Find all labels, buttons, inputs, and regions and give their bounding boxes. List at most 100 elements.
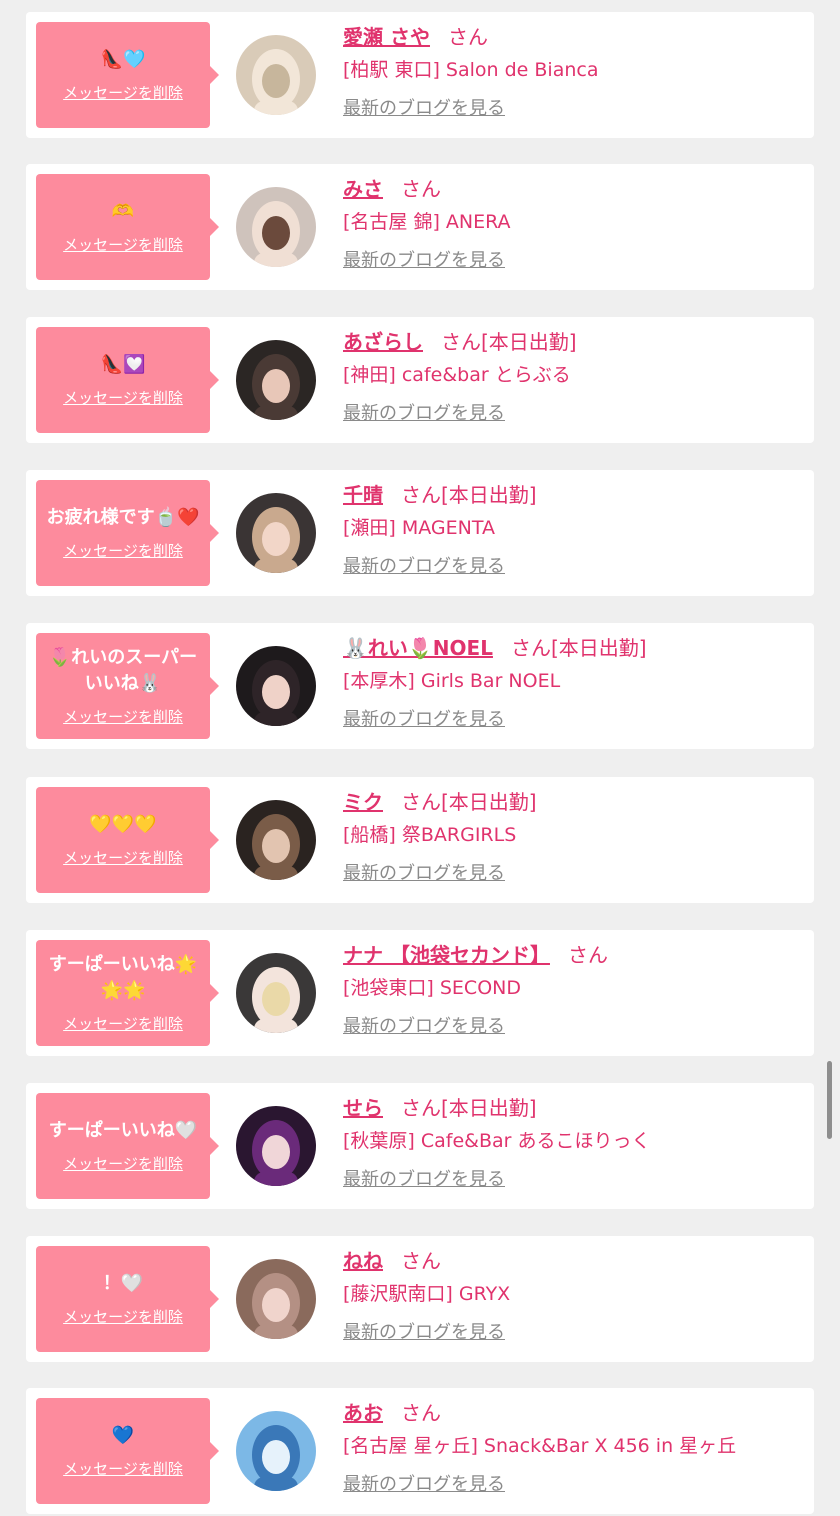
latest-blog-link[interactable]: 最新のブログを見る — [343, 708, 505, 732]
sender-name-line: 愛瀬 さや さん — [343, 22, 803, 52]
delete-message-link[interactable]: メッセージを削除 — [63, 1014, 183, 1034]
message-text: 🌷れいのスーパーいいね🐰 — [48, 647, 198, 694]
message-bubble: ！🤍 メッセージを削除 — [36, 1246, 219, 1352]
sender-name-link[interactable]: あお — [343, 1401, 383, 1425]
delete-message-link[interactable]: メッセージを削除 — [63, 235, 183, 255]
delete-message-link[interactable]: メッセージを削除 — [63, 1154, 183, 1174]
avatar[interactable] — [236, 1106, 316, 1186]
honorific-label: さん — [401, 1096, 441, 1120]
shop-label: [柏駅 東口] Salon de Bianca — [343, 59, 599, 81]
avatar-image — [236, 35, 316, 115]
delete-message-link[interactable]: メッセージを削除 — [63, 83, 183, 103]
avatar[interactable] — [236, 35, 316, 115]
avatar-image — [236, 1106, 316, 1186]
avatar-image — [236, 800, 316, 880]
honorific-label: さん — [401, 790, 441, 814]
sender-name-link[interactable]: ミク — [343, 790, 383, 814]
message-card: 💙 メッセージを削除 あお さん [名古屋 星ヶ丘] Snack&Bar X 45… — [26, 1388, 814, 1514]
message-bubble: すーぱーいいね🌟🌟🌟 メッセージを削除 — [36, 940, 219, 1046]
sender-info: ナナ 【池袋セカンド】 さん [池袋東口] SECOND 最新のブログを見る — [343, 940, 803, 1039]
message-card: 💛💛💛 メッセージを削除 ミク さん[本日出勤] [船橋] 祭BARGIRLS 最… — [26, 777, 814, 903]
sender-info: 🐰れい🌷NOEL さん[本日出勤] [本厚木] Girls Bar NOEL 最新… — [343, 633, 803, 732]
message-card: 👠💟 メッセージを削除 あざらし さん[本日出勤] [神田] cafe&bar と… — [26, 317, 814, 443]
message-text: 👠💟 — [100, 354, 146, 375]
message-bubble: すーぱーいいね🤍 メッセージを削除 — [36, 1093, 219, 1199]
shop-label: [船橋] 祭BARGIRLS — [343, 824, 517, 846]
sender-name-link[interactable]: ねね — [343, 1249, 383, 1273]
delete-message-link[interactable]: メッセージを削除 — [63, 1307, 183, 1327]
avatar-image — [236, 646, 316, 726]
message-text: お疲れ様です🍵❤️ — [46, 507, 200, 528]
avatar[interactable] — [236, 1411, 316, 1491]
sender-name-link[interactable]: 🐰れい🌷NOEL — [343, 636, 493, 660]
message-bubble: 👠🩵 メッセージを削除 — [36, 22, 219, 128]
sender-info: あざらし さん[本日出勤] [神田] cafe&bar とらぶる 最新のブログを見… — [343, 327, 803, 426]
avatar-image — [236, 187, 316, 267]
honorific-label: さん — [447, 25, 488, 49]
message-card: 🌷れいのスーパーいいね🐰 メッセージを削除 🐰れい🌷NOEL さん[本日出勤] [… — [26, 623, 814, 749]
sender-name-link[interactable]: 愛瀬 さや — [343, 25, 430, 49]
sender-name-line: ミク さん[本日出勤] — [343, 787, 803, 817]
latest-blog-link[interactable]: 最新のブログを見る — [343, 1473, 505, 1497]
avatar[interactable] — [236, 646, 316, 726]
sender-name-line: ねね さん — [343, 1246, 803, 1276]
sender-name-link[interactable]: あざらし — [343, 330, 423, 354]
message-text: ！🤍 — [102, 1273, 144, 1294]
message-bubble: 💛💛💛 メッセージを削除 — [36, 787, 219, 893]
sender-name-line: 千晴 さん[本日出勤] — [343, 480, 803, 510]
sender-info: ミク さん[本日出勤] [船橋] 祭BARGIRLS 最新のブログを見る — [343, 787, 803, 886]
shop-label: [本厚木] Girls Bar NOEL — [343, 670, 561, 692]
working-today-badge: [本日出勤] — [441, 483, 537, 507]
latest-blog-link[interactable]: 最新のブログを見る — [343, 402, 505, 426]
sender-name-link[interactable]: みさ — [343, 177, 383, 201]
message-card: 👠🩵 メッセージを削除 愛瀬 さや さん [柏駅 東口] Salon de Bia… — [26, 12, 814, 138]
delete-message-link[interactable]: メッセージを削除 — [63, 541, 183, 561]
shop-label: [藤沢駅南口] GRYX — [343, 1283, 511, 1305]
latest-blog-link[interactable]: 最新のブログを見る — [343, 1168, 505, 1192]
message-text: すーぱーいいね🤍 — [48, 1120, 198, 1141]
message-card: 🫶 メッセージを削除 みさ さん [名古屋 錦] ANERA 最新のブログを見る — [26, 164, 814, 290]
sender-name-link[interactable]: せら — [343, 1096, 383, 1120]
message-text: 💛💛💛 — [89, 814, 157, 835]
working-today-badge: [本日出勤] — [481, 330, 577, 354]
delete-message-link[interactable]: メッセージを削除 — [63, 707, 183, 727]
avatar[interactable] — [236, 800, 316, 880]
sender-name-line: みさ さん — [343, 174, 803, 204]
sender-info: あお さん [名古屋 星ヶ丘] Snack&Bar X 456 in 星ヶ丘 最新… — [343, 1398, 803, 1497]
message-bubble: 💙 メッセージを削除 — [36, 1398, 219, 1504]
avatar[interactable] — [236, 1259, 316, 1339]
latest-blog-link[interactable]: 最新のブログを見る — [343, 1015, 505, 1039]
avatar[interactable] — [236, 953, 316, 1033]
delete-message-link[interactable]: メッセージを削除 — [63, 1459, 183, 1479]
sender-name-line: せら さん[本日出勤] — [343, 1093, 803, 1123]
sender-info: 千晴 さん[本日出勤] [瀬田] MAGENTA 最新のブログを見る — [343, 480, 803, 579]
delete-message-link[interactable]: メッセージを削除 — [63, 388, 183, 408]
delete-message-link[interactable]: メッセージを削除 — [63, 848, 183, 868]
working-today-badge: [本日出勤] — [441, 790, 537, 814]
shop-label: [池袋東口] SECOND — [343, 977, 521, 999]
sender-name-link[interactable]: 千晴 — [343, 483, 383, 507]
message-text: 👠🩵 — [100, 49, 146, 70]
honorific-label: さん — [401, 483, 441, 507]
sender-name-line: あお さん — [343, 1398, 803, 1428]
latest-blog-link[interactable]: 最新のブログを見る — [343, 555, 505, 579]
scrollbar-thumb[interactable] — [827, 1061, 832, 1139]
shop-label: [秋葉原] Cafe&Bar あるこほりっく — [343, 1130, 651, 1152]
avatar[interactable] — [236, 187, 316, 267]
latest-blog-link[interactable]: 最新のブログを見る — [343, 862, 505, 886]
sender-info: ねね さん [藤沢駅南口] GRYX 最新のブログを見る — [343, 1246, 803, 1345]
latest-blog-link[interactable]: 最新のブログを見る — [343, 1321, 505, 1345]
avatar[interactable] — [236, 340, 316, 420]
message-bubble: 👠💟 メッセージを削除 — [36, 327, 219, 433]
latest-blog-link[interactable]: 最新のブログを見る — [343, 97, 505, 121]
message-text: 💙 — [111, 1425, 135, 1446]
avatar-image — [236, 1411, 316, 1491]
avatar-image — [236, 1259, 316, 1339]
shop-label: [神田] cafe&bar とらぶる — [343, 364, 571, 386]
sender-name-line: ナナ 【池袋セカンド】 さん — [343, 940, 803, 970]
message-card: すーぱーいいね🌟🌟🌟 メッセージを削除 ナナ 【池袋セカンド】 さん [池袋東口]… — [26, 930, 814, 1056]
sender-name-link[interactable]: ナナ 【池袋セカンド】 — [343, 943, 550, 967]
avatar[interactable] — [236, 493, 316, 573]
latest-blog-link[interactable]: 最新のブログを見る — [343, 249, 505, 273]
sender-name-line: あざらし さん[本日出勤] — [343, 327, 803, 357]
